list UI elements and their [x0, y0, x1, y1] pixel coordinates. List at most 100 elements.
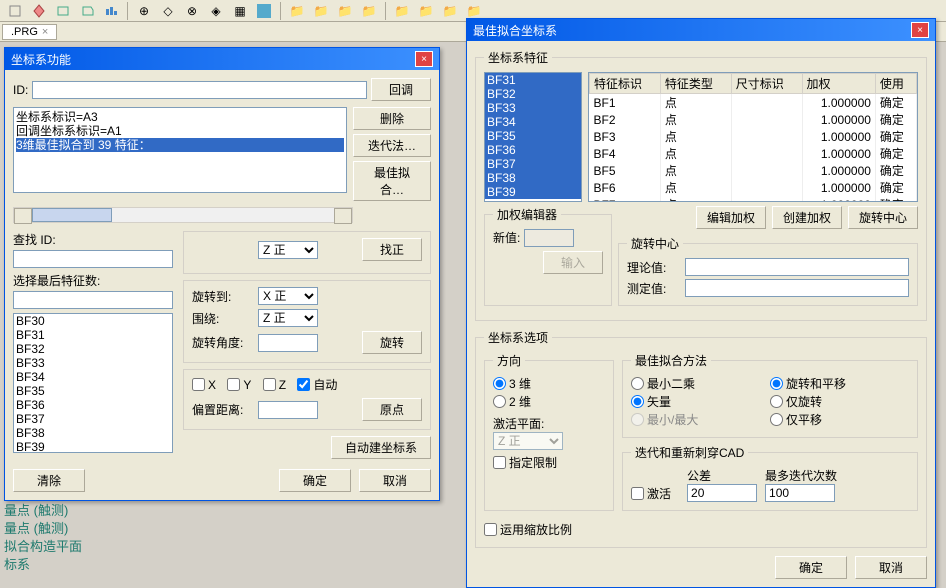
list-item[interactable]: BF33	[485, 101, 581, 115]
y-checkbox[interactable]: Y	[227, 378, 251, 392]
level-button[interactable]: 找正	[362, 238, 422, 261]
tool-icon-13[interactable]: 📁	[310, 1, 332, 21]
iterate-button[interactable]: 迭代法…	[353, 134, 431, 157]
newval-label: 新值:	[493, 231, 520, 245]
titlebar-2[interactable]: 最佳拟合坐标系 ×	[467, 19, 935, 41]
feature-listbox-2[interactable]: BF31 BF32 BF33 BF34 BF35 BF36 BF37 BF38 …	[484, 72, 582, 202]
origin-button[interactable]: 原点	[362, 398, 422, 421]
close-button-1[interactable]: ×	[415, 51, 433, 67]
tool-icon-9[interactable]: ◈	[205, 1, 227, 21]
tool-icon-12[interactable]: 📁	[286, 1, 308, 21]
list-item[interactable]: BF32	[14, 342, 172, 356]
close-button-2[interactable]: ×	[911, 22, 929, 38]
maxiter-label: 最多迭代次数	[765, 467, 837, 484]
table-row: BF2点1.000000确定	[590, 111, 917, 128]
rot-angle-input[interactable]	[258, 334, 318, 352]
tool-icon-4[interactable]	[76, 1, 98, 21]
activate-checkbox[interactable]: 激活	[631, 485, 671, 502]
feature-listbox-1[interactable]: BF30 BF31 BF32 BF33 BF34 BF35 BF36 BF37 …	[13, 313, 173, 453]
tool-icon-10[interactable]: ▦	[229, 1, 251, 21]
list-item[interactable]: BF35	[485, 129, 581, 143]
theo-input[interactable]	[685, 258, 909, 276]
cancel-button-1[interactable]: 取消	[359, 469, 431, 492]
titlebar-1[interactable]: 坐标系功能 ×	[5, 48, 439, 70]
radio-2d[interactable]: 2 维	[493, 393, 531, 410]
edit-weight-button[interactable]: 编辑加权	[696, 206, 766, 229]
list-item[interactable]: BF33	[14, 356, 172, 370]
list-item[interactable]: BF31	[14, 328, 172, 342]
tool-icon-11[interactable]	[253, 1, 275, 21]
auto-checkbox[interactable]: 自动	[297, 376, 337, 393]
tool-icon-17[interactable]: 📁	[415, 1, 437, 21]
list-item[interactable]: BF36	[485, 143, 581, 157]
recall-button[interactable]: 回调	[371, 78, 431, 101]
select-last-input[interactable]	[13, 291, 173, 309]
list-item[interactable]: BF38	[485, 171, 581, 185]
input-button[interactable]: 输入	[543, 251, 603, 274]
scrollbar-1[interactable]	[13, 207, 353, 223]
list-item[interactable]: BF39	[485, 185, 581, 199]
list-item[interactable]: BF34	[485, 115, 581, 129]
radio-vec[interactable]: 矢量	[631, 393, 671, 410]
level-axis-select[interactable]: Z 正	[258, 241, 318, 259]
tool-icon-18[interactable]: 📁	[439, 1, 461, 21]
list-item[interactable]: BF30	[14, 314, 172, 328]
tool-icon-15[interactable]: 📁	[358, 1, 380, 21]
create-weight-button[interactable]: 创建加权	[772, 206, 842, 229]
auto-cs-button[interactable]: 自动建坐标系	[331, 436, 431, 459]
delete-button[interactable]: 删除	[353, 107, 431, 130]
x-checkbox[interactable]: X	[192, 378, 216, 392]
feature-table[interactable]: 特征标识特征类型尺寸标识加权使用 BF1点1.000000确定 BF2点1.00…	[588, 72, 918, 202]
list-item[interactable]: BF35	[14, 384, 172, 398]
maxiter-input[interactable]	[765, 484, 835, 502]
tool-icon-16[interactable]: 📁	[391, 1, 413, 21]
ok-button-2[interactable]: 确定	[775, 556, 847, 579]
radio-rotonly[interactable]: 仅旋转	[770, 393, 822, 410]
cancel-button-2[interactable]: 取消	[855, 556, 927, 579]
newval-input[interactable]	[524, 229, 574, 247]
list-item[interactable]: BF31	[485, 73, 581, 87]
offset-dist-input[interactable]	[258, 401, 318, 419]
title-2: 最佳拟合坐标系	[473, 22, 557, 39]
tool-icon-6[interactable]: ⊕	[133, 1, 155, 21]
wrap-select[interactable]: Z 正	[258, 309, 318, 327]
radio-lsq[interactable]: 最小二乘	[631, 375, 695, 392]
radio-3d[interactable]: 3 维	[493, 375, 531, 392]
list-item[interactable]: BF36	[14, 398, 172, 412]
clear-button[interactable]: 清除	[13, 469, 85, 492]
rotate-to-select[interactable]: X 正	[258, 287, 318, 305]
list-item[interactable]: BF37	[14, 412, 172, 426]
tool-icon-7[interactable]: ◇	[157, 1, 179, 21]
radio-rottrans[interactable]: 旋转和平移	[770, 375, 846, 392]
rotate-button[interactable]: 旋转	[362, 331, 422, 354]
plane-select[interactable]: Z 正	[493, 432, 563, 450]
tool-icon-14[interactable]: 📁	[334, 1, 356, 21]
bestfit-button[interactable]: 最佳拟合…	[353, 161, 431, 201]
document-tab[interactable]: .PRG ×	[2, 24, 57, 40]
meas-input[interactable]	[685, 279, 909, 297]
z-checkbox[interactable]: Z	[263, 378, 286, 392]
list-item[interactable]: BF39	[14, 440, 172, 453]
list-item[interactable]: BF38	[14, 426, 172, 440]
list-item[interactable]: BF34	[14, 370, 172, 384]
ok-button-1[interactable]: 确定	[279, 469, 351, 492]
tool-icon-8[interactable]: ⊗	[181, 1, 203, 21]
act-plane-label: 激活平面:	[493, 417, 544, 431]
tool-icon-1[interactable]	[4, 1, 26, 21]
cs-features-legend: 坐标系特征	[484, 49, 552, 66]
tool-icon-2[interactable]	[28, 1, 50, 21]
scale-checkbox[interactable]: 运用缩放比例	[484, 521, 572, 538]
info-textbox[interactable]: 坐标系标识=A3 回调坐标系标识=A1 3维最佳拟合到 39 特征：	[13, 107, 347, 193]
limit-checkbox[interactable]: 指定限制	[493, 454, 557, 471]
tol-input[interactable]	[687, 484, 757, 502]
list-item[interactable]: BF37	[485, 157, 581, 171]
tool-icon-5[interactable]	[100, 1, 122, 21]
tool-icon-3[interactable]	[52, 1, 74, 21]
radio-transonly[interactable]: 仅平移	[770, 411, 822, 428]
id-input[interactable]	[32, 81, 367, 99]
table-row: BF6点1.000000确定	[590, 179, 917, 196]
rot-center-button[interactable]: 旋转中心	[848, 206, 918, 229]
tab-close-icon[interactable]: ×	[42, 26, 48, 38]
find-id-input[interactable]	[13, 250, 173, 268]
list-item[interactable]: BF32	[485, 87, 581, 101]
